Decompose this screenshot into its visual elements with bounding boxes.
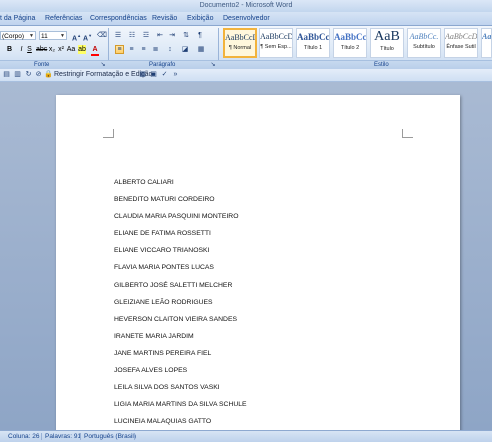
style-more[interactable]: AaBbC — [481, 28, 492, 58]
style-sample: AaBbCcDc — [225, 33, 255, 42]
style-label: Título 2 — [340, 45, 360, 51]
italic-icon[interactable]: I — [18, 45, 25, 54]
align-left-icon[interactable]: ≡ — [115, 45, 124, 54]
tab-developer[interactable]: Desenvolvedor — [223, 13, 270, 24]
underline-icon[interactable]: S — [26, 45, 33, 54]
status-language[interactable]: Português (Brasil) — [84, 431, 136, 442]
list-item: IRANETE MARIA JARDIM — [114, 332, 194, 340]
style-subtle-emphasis[interactable]: AaBbCcDc Ênfase Sutil — [444, 28, 478, 58]
sort-icon[interactable]: ⇅ — [181, 31, 191, 40]
list-item: HEVERSON CLAITON VIEIRA SANDES — [114, 315, 238, 323]
style-sample: AaBbCc — [334, 32, 366, 42]
style-heading-2[interactable]: AaBbCc Título 2 — [333, 28, 367, 58]
status-divider — [41, 433, 42, 440]
show-marks-icon[interactable]: ¶ — [195, 31, 205, 40]
multilevel-list-icon[interactable]: ☲ — [141, 31, 151, 40]
margin-mark-top-left — [103, 129, 114, 138]
list-item: JOSEFA ALVES LOPES — [114, 367, 188, 375]
subscript-icon[interactable]: x₂ — [48, 45, 56, 54]
style-sample: AaBbCcDc — [260, 32, 292, 41]
status-divider — [134, 433, 135, 440]
style-label: ¶ Normal — [228, 45, 252, 51]
style-label: Ênfase Sutil — [446, 44, 476, 50]
bold-icon[interactable]: B — [6, 45, 13, 54]
style-label — [482, 43, 491, 60]
style-subtitle[interactable]: AaBbCc. Subtítulo — [407, 28, 441, 58]
tab-review[interactable]: Revisão — [152, 13, 177, 24]
list-item: ELIANE DE FATIMA ROSSETTI — [114, 230, 211, 238]
style-label: Título 1 — [303, 45, 323, 51]
status-bar: Coluna: 26 Palavras: 91 Português (Brasi… — [0, 430, 492, 442]
align-right-icon[interactable]: ≡ — [139, 45, 148, 54]
style-label: ¶ Sem Esp... — [260, 44, 292, 50]
style-normal[interactable]: AaBbCcDc ¶ Normal — [223, 28, 257, 58]
tab-references[interactable]: Referências — [45, 13, 82, 24]
paste-icon[interactable]: ▤ — [2, 70, 11, 79]
clear-format-icon[interactable]: ⌫ — [97, 31, 107, 40]
list-item: ALBERTO CALIARI — [114, 179, 174, 186]
list-item: GLEIZIANE LEÃO RODRIGUES — [114, 298, 213, 306]
shrink-font-icon[interactable]: A▼ — [83, 31, 92, 43]
grow-font-icon[interactable]: A▲ — [72, 31, 81, 43]
image-icon[interactable]: ▣ — [149, 70, 158, 79]
list-item: CLAUDIA MARIA PASQUINI MONTEIRO — [114, 213, 239, 221]
list-item: GILBERTO JOSÉ SALETTI MELCHER — [114, 281, 233, 289]
status-divider — [80, 433, 81, 440]
ribbon-tabs: t da Página Referências Correspondências… — [0, 12, 492, 26]
tab-view[interactable]: Exibição — [187, 13, 213, 24]
style-sample: AaBbC — [482, 32, 491, 41]
align-center-icon[interactable]: ≡ — [127, 45, 136, 54]
line-spacing-icon[interactable]: ↕ — [165, 45, 175, 54]
style-sample: AaBbCcDc — [445, 32, 477, 41]
lock-icon[interactable]: 🔒 — [44, 70, 53, 79]
font-size-combo[interactable]: 11 ▼ — [39, 31, 67, 40]
font-size-value: 11 — [41, 33, 48, 40]
table-icon[interactable]: ▦ — [138, 70, 147, 79]
style-sample: AaBbCc — [297, 32, 329, 42]
justify-icon[interactable]: ≣ — [151, 45, 160, 54]
refresh-icon[interactable]: ↻ — [24, 70, 33, 79]
font-name-value: (Corpo) — [2, 33, 25, 40]
chevron-down-icon[interactable]: ▼ — [29, 32, 34, 41]
style-sample: AaBbCc. — [409, 32, 439, 41]
margin-mark-top-right — [402, 129, 413, 138]
list-item: BENEDITO MATURI CORDEIRO — [114, 196, 215, 204]
list-item: JANE MARTINS PEREIRA FIEL — [114, 349, 212, 357]
chevron-right-icon[interactable]: » — [171, 70, 180, 79]
highlight-icon[interactable]: ab — [78, 45, 86, 54]
window-title: Documento2 - Microsoft Word — [0, 0, 492, 12]
strikethrough-icon[interactable]: abc — [36, 45, 47, 54]
style-sample: AaB — [374, 29, 400, 44]
bullets-icon[interactable]: ☰ — [113, 31, 123, 40]
borders-icon[interactable]: ▦ — [196, 45, 206, 54]
superscript-icon[interactable]: x² — [57, 45, 65, 54]
tab-page-layout[interactable]: t da Página — [0, 13, 35, 24]
change-case-icon[interactable]: Aa — [66, 45, 76, 54]
quick-access-toolbar: ▤ ▥ ↻ ⊘ 🔒 Restringir Formatação e Edição… — [0, 69, 492, 82]
style-no-spacing[interactable]: AaBbCcDc ¶ Sem Esp... — [259, 28, 293, 58]
status-word-count[interactable]: Palavras: 91 — [45, 431, 81, 442]
style-label: Subtítulo — [413, 44, 435, 50]
style-heading-1[interactable]: AaBbCc Título 1 — [296, 28, 330, 58]
shading-icon[interactable]: ◪ — [180, 45, 190, 54]
decrease-indent-icon[interactable]: ⇤ — [155, 31, 165, 40]
font-name-combo[interactable]: (Corpo) ▼ — [0, 31, 36, 40]
status-column[interactable]: Coluna: 26 — [8, 431, 39, 442]
chevron-down-icon[interactable]: ▼ — [60, 32, 65, 41]
tab-mailings[interactable]: Correspondências — [90, 13, 147, 24]
numbering-icon[interactable]: ☷ — [127, 31, 137, 40]
format-icon[interactable]: ▥ — [13, 70, 22, 79]
font-color-icon[interactable]: A — [91, 45, 99, 56]
no-icon[interactable]: ⊘ — [34, 70, 43, 79]
list-item: LEILA SILVA DOS SANTOS VASKI — [114, 384, 220, 392]
list-item: ELIANE VICCARO TRIANOSKI — [114, 247, 210, 255]
list-item: FLAVIA MARIA PONTES LUCAS — [114, 264, 214, 272]
style-title[interactable]: AaB Título — [370, 28, 404, 58]
list-item: LIGIA MARIA MARTINS DA SILVA SCHULE — [114, 401, 247, 409]
name-list: ALBERTO CALIARI BENEDITO MATURI CORDEIRO… — [114, 178, 247, 434]
increase-indent-icon[interactable]: ⇥ — [167, 31, 177, 40]
spelling-icon[interactable]: ✓ — [160, 70, 169, 79]
